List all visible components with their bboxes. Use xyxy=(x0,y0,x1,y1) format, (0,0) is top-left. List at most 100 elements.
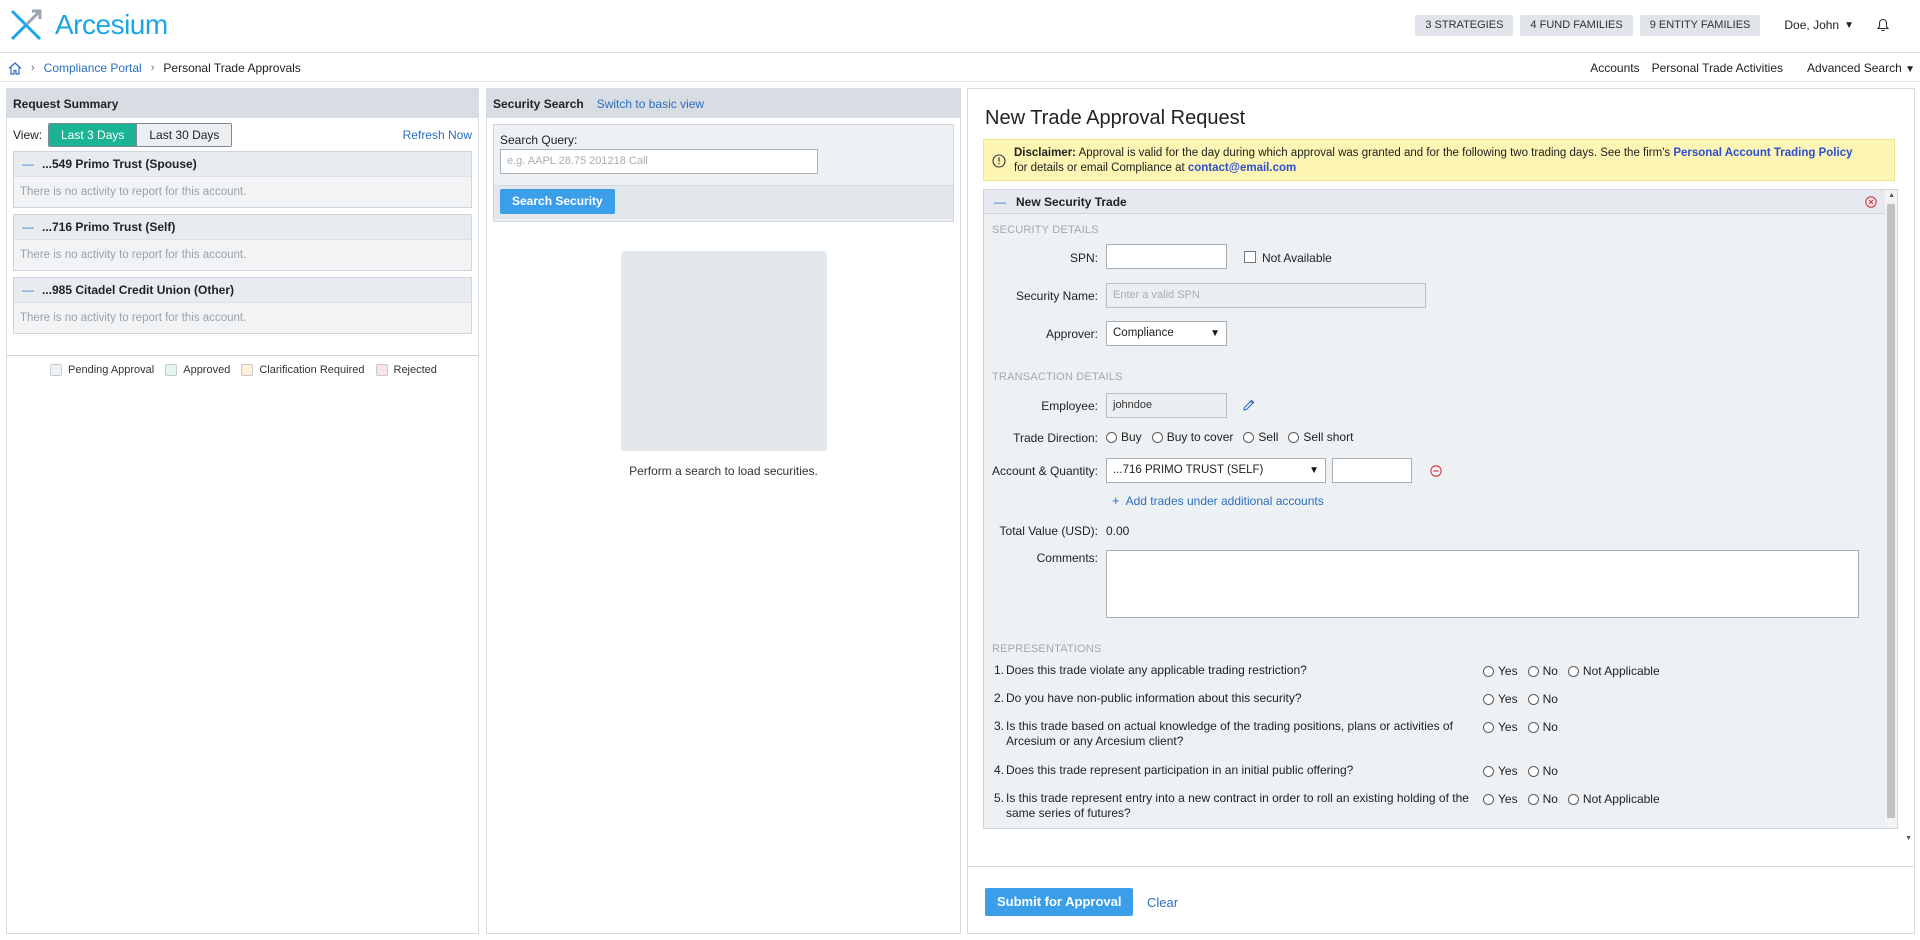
radio-buy[interactable]: Buy xyxy=(1106,430,1142,444)
radio-label: No xyxy=(1542,692,1558,706)
legend-pending-approval: Pending Approval xyxy=(50,364,154,376)
trading-policy-link[interactable]: Personal Account Trading Policy xyxy=(1673,147,1852,159)
radio-label: No xyxy=(1542,720,1558,734)
clear-button[interactable]: Clear xyxy=(1147,895,1178,910)
question-number: 4. xyxy=(994,763,1005,777)
radio-buy-to-cover[interactable]: Buy to cover xyxy=(1151,430,1233,444)
page-title: New Trade Approval Request xyxy=(985,107,1246,129)
home-icon[interactable] xyxy=(8,61,22,75)
radio-not-applicable[interactable]: Not Applicable xyxy=(1567,792,1660,806)
radio-circle[interactable] xyxy=(1527,765,1539,777)
refresh-now-link[interactable]: Refresh Now xyxy=(403,128,472,142)
search-security-button[interactable]: Search Security xyxy=(500,189,615,214)
security-search-panel: Security Search Switch to basic view Sea… xyxy=(486,88,961,934)
radio-circle[interactable] xyxy=(1151,431,1163,443)
strategies-pill[interactable]: 3 STRATEGIES xyxy=(1415,14,1514,36)
trade-request-panel: New Trade Approval Request Disclaimer: A… xyxy=(967,88,1915,934)
radio-yes[interactable]: Yes xyxy=(1483,692,1518,706)
account-empty-message: There is no activity to report for this … xyxy=(14,303,471,333)
collapse-icon[interactable]: — xyxy=(22,220,34,234)
spn-input[interactable] xyxy=(1106,244,1227,269)
question-text: Do you have non-public information about… xyxy=(1006,691,1302,705)
radio-circle[interactable] xyxy=(1527,793,1539,805)
radio-yes[interactable]: Yes xyxy=(1483,764,1518,778)
bell-icon[interactable] xyxy=(1876,18,1890,32)
comments-textarea[interactable] xyxy=(1106,550,1859,618)
radio-label: Not Applicable xyxy=(1582,664,1660,678)
nav-advanced-search[interactable]: Advanced Search ▼ xyxy=(1795,61,1915,75)
radio-no[interactable]: No xyxy=(1527,792,1558,806)
legend-swatch xyxy=(165,364,178,376)
not-available-checkbox[interactable] xyxy=(1244,251,1256,263)
logo[interactable]: Arcesium xyxy=(9,8,168,42)
radio-circle[interactable] xyxy=(1527,693,1539,705)
account-value: ...716 PRIMO TRUST (SELF) xyxy=(1113,464,1264,476)
radio-yes[interactable]: Yes xyxy=(1483,720,1518,734)
radio-circle[interactable] xyxy=(1483,665,1494,677)
radio-circle[interactable] xyxy=(1567,665,1579,677)
radio-circle[interactable] xyxy=(1288,431,1300,443)
radio-yes[interactable]: Yes xyxy=(1483,664,1518,678)
nav-advanced-search-label: Advanced Search xyxy=(1807,61,1902,75)
radio-circle[interactable] xyxy=(1483,721,1494,733)
radio-label: No xyxy=(1542,792,1558,806)
submit-for-approval-button[interactable]: Submit for Approval xyxy=(985,888,1134,916)
collapse-icon[interactable]: — xyxy=(22,283,34,297)
legend-label: Clarification Required xyxy=(259,364,365,376)
collapse-icon[interactable]: — xyxy=(994,195,1006,209)
fund-families-pill[interactable]: 4 FUND FAMILIES xyxy=(1520,14,1633,36)
search-query-input[interactable]: e.g. AAPL 28.75 201218 Call xyxy=(500,149,818,174)
account-select[interactable]: ...716 PRIMO TRUST (SELF) ▼ xyxy=(1106,458,1326,483)
switch-to-basic-view-link[interactable]: Switch to basic view xyxy=(597,97,704,111)
radio-not-applicable[interactable]: Not Applicable xyxy=(1567,664,1660,678)
radio-circle[interactable] xyxy=(1106,431,1117,443)
status-legend: Pending Approval Approved Clarification … xyxy=(50,364,448,376)
scrollbar-thumb[interactable] xyxy=(1887,204,1895,818)
representation-question: 2. Do you have non-public information ab… xyxy=(994,691,1489,706)
radio-label: Buy xyxy=(1121,430,1142,444)
add-additional-accounts-link[interactable]: + Add trades under additional accounts xyxy=(1112,493,1324,508)
compliance-email-link[interactable]: contact@email.com xyxy=(1188,162,1296,174)
security-search-header: Security Search Switch to basic view xyxy=(487,89,960,118)
entity-families-pill[interactable]: 9 ENTITY FAMILIES xyxy=(1639,14,1761,36)
account-header[interactable]: — ...549 Primo Trust (Spouse) xyxy=(14,152,471,177)
radio-circle[interactable] xyxy=(1483,693,1494,705)
radio-label: No xyxy=(1542,764,1558,778)
scroll-up-icon[interactable]: ▲ xyxy=(1888,192,1895,199)
user-menu[interactable]: Doe, John ▼ xyxy=(1784,18,1854,32)
collapse-icon[interactable]: — xyxy=(22,157,34,171)
radio-circle[interactable] xyxy=(1567,793,1579,805)
radio-label: Not Applicable xyxy=(1582,792,1660,806)
scroll-down-icon[interactable]: ▼ xyxy=(1905,835,1912,931)
radio-circle[interactable] xyxy=(1527,721,1539,733)
remove-trade-icon[interactable] xyxy=(1865,196,1877,208)
radio-no[interactable]: No xyxy=(1527,664,1558,678)
edit-pencil-icon[interactable] xyxy=(1242,398,1256,412)
view-last-30-days-button[interactable]: Last 30 Days xyxy=(136,124,232,146)
radio-circle[interactable] xyxy=(1527,665,1539,677)
radio-circle[interactable] xyxy=(1483,793,1494,805)
section-header[interactable]: — New Security Trade xyxy=(984,190,1897,214)
radio-no[interactable]: No xyxy=(1527,764,1558,778)
radio-no[interactable]: No xyxy=(1527,692,1558,706)
not-available-label: Not Available xyxy=(1262,251,1332,265)
radio-sell[interactable]: Sell xyxy=(1243,430,1278,444)
radio-circle[interactable] xyxy=(1483,765,1494,777)
search-query-label: Search Query: xyxy=(500,133,578,147)
scrollbar[interactable]: ▲ xyxy=(1885,190,1897,828)
account-header[interactable]: — ...716 Primo Trust (Self) xyxy=(14,215,471,240)
quantity-input[interactable] xyxy=(1332,458,1412,483)
breadcrumb-compliance-portal[interactable]: Compliance Portal xyxy=(44,61,142,75)
nav-personal-trade-activities[interactable]: Personal Trade Activities xyxy=(1652,61,1783,75)
approver-select[interactable]: Compliance ▼ xyxy=(1106,321,1227,346)
radio-sell-short[interactable]: Sell short xyxy=(1288,430,1353,444)
remove-account-icon[interactable] xyxy=(1430,465,1442,477)
empty-results-placeholder xyxy=(621,251,827,451)
view-label: View: xyxy=(13,128,43,142)
nav-accounts[interactable]: Accounts xyxy=(1590,61,1639,75)
radio-no[interactable]: No xyxy=(1527,720,1558,734)
radio-circle[interactable] xyxy=(1243,431,1255,443)
account-header[interactable]: — ...985 Citadel Credit Union (Other) xyxy=(14,278,471,303)
view-last-3-days-button[interactable]: Last 3 Days xyxy=(49,124,137,146)
radio-yes[interactable]: Yes xyxy=(1483,792,1518,806)
